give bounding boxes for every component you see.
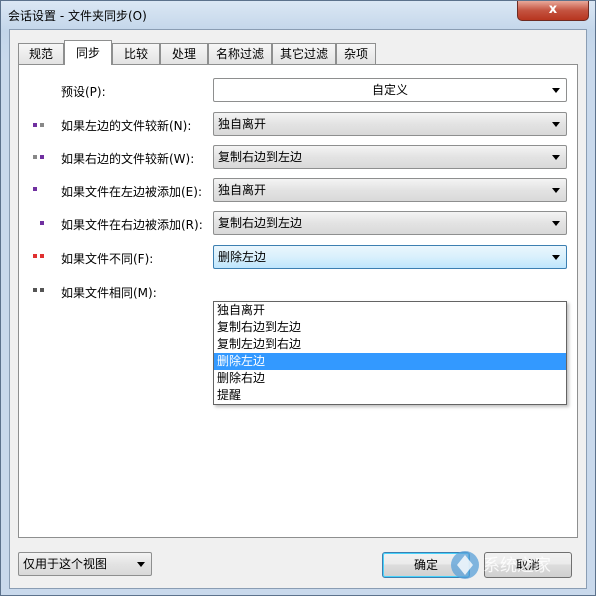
- preset-value: 自定义: [371, 83, 408, 97]
- chevron-down-icon: [552, 221, 560, 226]
- rule-label-right-newer: 如果右边的文件较新(W):: [61, 152, 195, 166]
- chevron-down-icon: [137, 562, 145, 567]
- status-dot: [33, 187, 37, 191]
- dropdown-option[interactable]: 复制右边到左边: [214, 319, 566, 336]
- preset-label: 预设(P):: [61, 85, 106, 99]
- status-dot: [40, 288, 44, 292]
- status-dots-icon: [40, 221, 56, 225]
- rule-label-left-added: 如果文件在左边被添加(E):: [61, 185, 202, 199]
- chevron-down-icon: [552, 88, 560, 93]
- status-dot: [40, 123, 44, 127]
- rule-value: 独自离开: [218, 183, 267, 197]
- cancel-button[interactable]: 取消: [484, 552, 572, 578]
- close-button[interactable]: x: [517, 1, 589, 21]
- dropdown-option[interactable]: 删除右边: [214, 370, 566, 387]
- status-dot: [40, 221, 44, 225]
- rule-value: 复制右边到左边: [218, 216, 303, 230]
- rule-value: 复制右边到左边: [218, 150, 303, 164]
- rule-select-right-added[interactable]: 复制右边到左边: [213, 211, 567, 235]
- rule-label-left-newer: 如果左边的文件较新(N):: [61, 119, 192, 133]
- tab-compare[interactable]: 比较: [112, 43, 160, 64]
- sync-panel: 预设(P): 自定义 如果左边的文件较新(N): 独自离开 如果右边的文件较新(…: [18, 64, 578, 538]
- rule-label-right-added: 如果文件在右边被添加(R):: [61, 218, 203, 232]
- tab-handling[interactable]: 处理: [160, 43, 208, 64]
- rule-select-left-added[interactable]: 独自离开: [213, 178, 567, 202]
- chevron-down-icon: [552, 155, 560, 160]
- status-dots-icon: [33, 187, 49, 191]
- status-dots-icon: [33, 288, 49, 292]
- dropdown-option[interactable]: 复制左边到右边: [214, 336, 566, 353]
- view-scope-select[interactable]: 仅用于这个视图: [18, 552, 152, 576]
- rule-label-different: 如果文件不同(F):: [61, 252, 154, 266]
- window-title: 会话设置 - 文件夹同步(O): [8, 9, 147, 23]
- status-dots-icon: [33, 155, 49, 159]
- dropdown-option[interactable]: 提醒: [214, 387, 566, 404]
- ok-button[interactable]: 确定: [382, 552, 470, 578]
- view-scope-value: 仅用于这个视图: [23, 557, 108, 571]
- dialog-client: 规范 同步 比较 处理 名称过滤 其它过滤 杂项 预设(P): 自定义 如果左边…: [9, 29, 587, 589]
- rule-select-right-newer[interactable]: 复制右边到左边: [213, 145, 567, 169]
- status-dot: [33, 155, 37, 159]
- status-dots-icon: [33, 123, 49, 127]
- rule-select-left-newer[interactable]: 独自离开: [213, 112, 567, 136]
- dropdown-option-selected[interactable]: 删除左边: [214, 353, 566, 370]
- dropdown-option[interactable]: 独自离开: [214, 302, 566, 319]
- status-dots-icon: [33, 254, 49, 258]
- status-dot: [33, 254, 37, 258]
- preset-select[interactable]: 自定义: [213, 78, 567, 102]
- tab-misc[interactable]: 杂项: [336, 43, 376, 64]
- status-dot: [33, 123, 37, 127]
- tab-spec[interactable]: 规范: [18, 43, 64, 64]
- chevron-down-icon: [552, 255, 560, 260]
- status-dot: [40, 254, 44, 258]
- dropdown-list: 独自离开 复制右边到左边 复制左边到右边 删除左边 删除右边 提醒: [213, 301, 567, 405]
- chevron-down-icon: [552, 188, 560, 193]
- rule-select-different[interactable]: 删除左边: [213, 245, 567, 269]
- tab-sync[interactable]: 同步: [64, 40, 112, 65]
- status-dot: [40, 155, 44, 159]
- rule-label-same: 如果文件相同(M):: [61, 286, 157, 300]
- dialog-window: 会话设置 - 文件夹同步(O) x 规范 同步 比较 处理 名称过滤 其它过滤 …: [0, 0, 596, 596]
- tab-name-filter[interactable]: 名称过滤: [208, 43, 272, 64]
- tab-other-filter[interactable]: 其它过滤: [272, 43, 336, 64]
- rule-value: 独自离开: [218, 117, 267, 131]
- chevron-down-icon: [552, 122, 560, 127]
- status-dot: [33, 288, 37, 292]
- rule-value: 删除左边: [218, 250, 267, 264]
